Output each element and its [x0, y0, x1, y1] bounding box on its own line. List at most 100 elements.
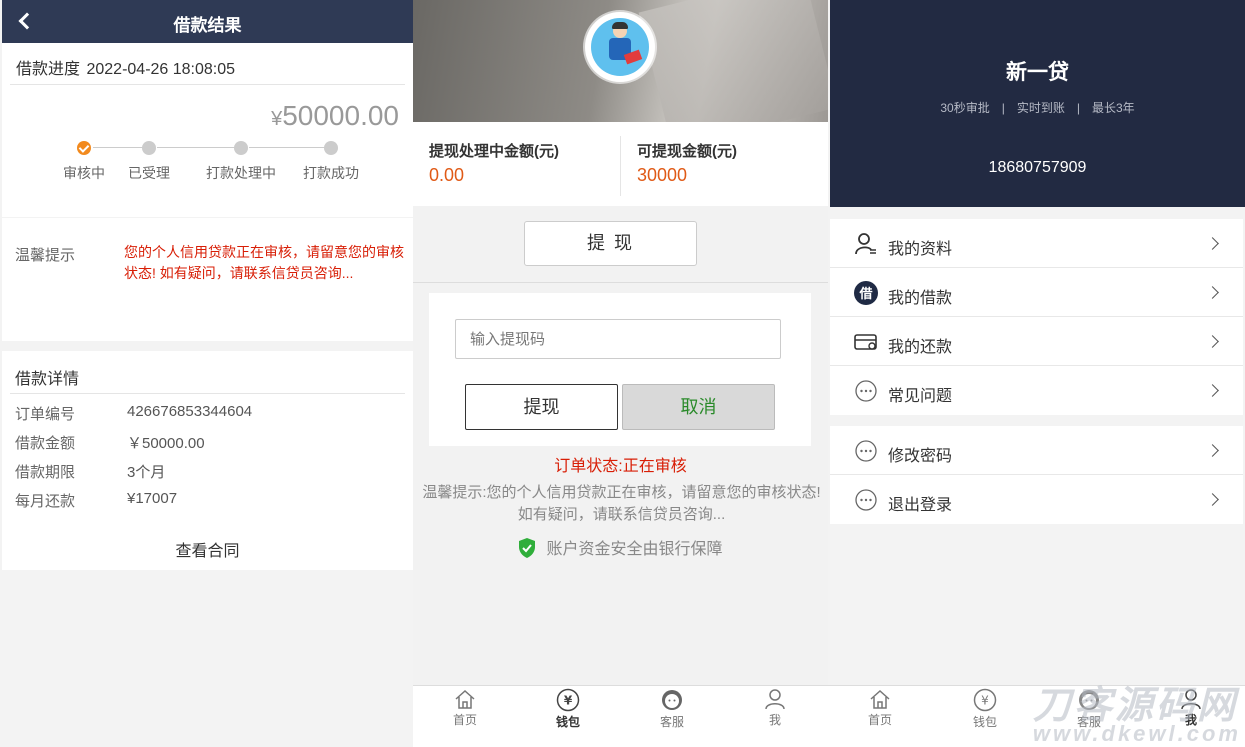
- card-icon: [854, 334, 877, 350]
- chevron-right-icon: [1206, 286, 1219, 299]
- tab-label: 我: [1184, 713, 1197, 727]
- loan-detail-card: 借款详情 订单编号 426676853344604 借款金额 ￥50000.00…: [2, 351, 413, 570]
- menu-item-change-password[interactable]: 修改密码: [830, 426, 1243, 475]
- wallet-icon: ¥: [973, 688, 997, 712]
- divider: [10, 393, 405, 394]
- step-check-icon: [77, 141, 91, 155]
- menu-label: 修改密码: [888, 448, 953, 465]
- slogan-item: 30秒审批: [940, 101, 990, 115]
- tab-label: 客服: [659, 715, 684, 729]
- menu-label: 我的借款: [888, 290, 953, 307]
- tab-wallet[interactable]: ¥ 钱包: [955, 688, 1015, 730]
- menu-group-account: 修改密码 退出登录: [830, 426, 1243, 524]
- detail-row: 借款金额 ￥50000.00: [2, 432, 413, 456]
- tip-text: 您的个人信用贷款正在审核，请留意您的审核状态! 如有疑问，请联系信贷员咨询...: [124, 244, 404, 281]
- menu-item-faq[interactable]: 常见问题: [830, 366, 1243, 415]
- divider: [413, 282, 828, 283]
- app-name: 新一贷: [1006, 61, 1069, 84]
- available-balance: 可提现金额(元) 30000: [637, 140, 737, 186]
- balance-card: 提现处理中金额(元) 0.00 可提现金额(元) 30000: [413, 122, 828, 206]
- step-dot: [324, 141, 338, 155]
- svg-text:¥: ¥: [981, 694, 989, 708]
- detail-key: 每月还款: [15, 493, 76, 510]
- detail-row: 借款期限 3个月: [2, 461, 413, 485]
- step-connector: [249, 147, 332, 148]
- service-icon: [662, 690, 682, 710]
- slogan-separator: |: [1001, 101, 1005, 115]
- loan-result-header: 借款结果: [2, 0, 413, 43]
- menu-item-my-profile[interactable]: 我的资料: [830, 219, 1243, 268]
- step-connector: [157, 147, 242, 148]
- detail-row: 每月还款 ¥17007: [2, 490, 413, 514]
- view-contract-link[interactable]: 查看合同: [2, 537, 413, 561]
- available-label: 可提现金额(元): [637, 143, 737, 160]
- chevron-right-icon: [1206, 444, 1219, 457]
- menu-label: 我的还款: [888, 339, 953, 356]
- detail-row: 订单编号 426676853344604: [2, 403, 413, 427]
- wallet-icon: ¥: [556, 688, 580, 712]
- tab-label: 钱包: [555, 715, 580, 729]
- profile-icon: [855, 233, 876, 255]
- progress-date: 2022-04-26 18:08:05: [86, 61, 236, 78]
- slogan-item: 最长3年: [1091, 101, 1135, 115]
- progress-label: 借款进度: [16, 61, 81, 78]
- shield-icon: [519, 538, 536, 558]
- avatar-illustration: [591, 18, 649, 76]
- processing-label: 提现处理中金额(元): [429, 143, 559, 160]
- tab-label: 首页: [452, 713, 477, 727]
- svg-text:¥: ¥: [564, 694, 573, 708]
- detail-value: 3个月: [127, 464, 166, 481]
- tab-wallet[interactable]: ¥ 钱包: [538, 688, 598, 730]
- slogan-item: 实时到账: [1016, 101, 1065, 115]
- safety-text: 账户资金安全由银行保障: [546, 541, 723, 558]
- tab-service[interactable]: 客服: [1059, 688, 1119, 730]
- more-icon: [855, 489, 877, 511]
- order-status: 订单状态:正在审核: [554, 458, 687, 475]
- tab-service[interactable]: 客服: [642, 688, 702, 730]
- tab-me[interactable]: 我: [745, 688, 805, 728]
- step-label: 打款成功: [303, 165, 359, 181]
- loan-result-screen: 借款结果 借款进度 2022-04-26 18:08:05 ¥50000.00 …: [0, 0, 413, 747]
- page-title: 借款结果: [173, 16, 242, 35]
- service-icon: [1079, 690, 1099, 710]
- step-label: 已受理: [128, 165, 170, 181]
- menu-item-my-repayments[interactable]: 我的还款: [830, 317, 1243, 366]
- menu-item-my-loans[interactable]: 借 我的借款: [830, 268, 1243, 317]
- chevron-right-icon: [1206, 335, 1219, 348]
- amount-value: 50000.00: [282, 100, 399, 131]
- chevron-right-icon: [1206, 237, 1219, 250]
- more-icon: [855, 380, 877, 402]
- tip-text: 温馨提示:您的个人信用贷款正在审核，请留意您的审核状态! 如有疑问，请联系信贷员…: [422, 484, 821, 523]
- user-icon: [765, 689, 785, 710]
- loan-amount: ¥50000.00: [271, 100, 399, 132]
- tab-label: 首页: [867, 713, 892, 727]
- chevron-right-icon: [1206, 493, 1219, 506]
- step-dot: [142, 141, 156, 155]
- confirm-withdraw-button[interactable]: 提现: [465, 384, 618, 430]
- home-icon: [870, 689, 890, 709]
- processing-balance: 提现处理中金额(元) 0.00: [429, 140, 559, 186]
- tab-home[interactable]: 首页: [850, 688, 910, 728]
- tab-me[interactable]: 我: [1161, 688, 1221, 728]
- more-icon: [855, 440, 877, 462]
- detail-value: ￥50000.00: [127, 435, 205, 452]
- step-dot: [234, 141, 248, 155]
- safety-note: 账户资金安全由银行保障: [413, 535, 828, 559]
- tab-label: 钱包: [972, 715, 997, 729]
- detail-key: 借款金额: [15, 435, 76, 452]
- wallet-screen: 提现处理中金额(元) 0.00 可提现金额(元) 30000 提 现 提现 取消…: [413, 0, 828, 747]
- avatar: [585, 12, 655, 82]
- detail-key: 订单编号: [15, 406, 76, 423]
- menu-item-logout[interactable]: 退出登录: [830, 475, 1243, 524]
- loan-progress-line: 借款进度 2022-04-26 18:08:05: [16, 55, 235, 79]
- tab-home[interactable]: 首页: [435, 688, 495, 728]
- processing-value: 0.00: [429, 165, 465, 185]
- detail-value: 426676853344604: [127, 403, 253, 420]
- slogan-separator: |: [1076, 101, 1080, 115]
- detail-title: 借款详情: [15, 371, 80, 388]
- loan-icon: 借: [854, 281, 878, 305]
- withdraw-code-input[interactable]: [455, 319, 781, 359]
- withdraw-button[interactable]: 提 现: [524, 221, 697, 266]
- menu-label: 退出登录: [888, 497, 953, 514]
- cancel-button[interactable]: 取消: [622, 384, 775, 430]
